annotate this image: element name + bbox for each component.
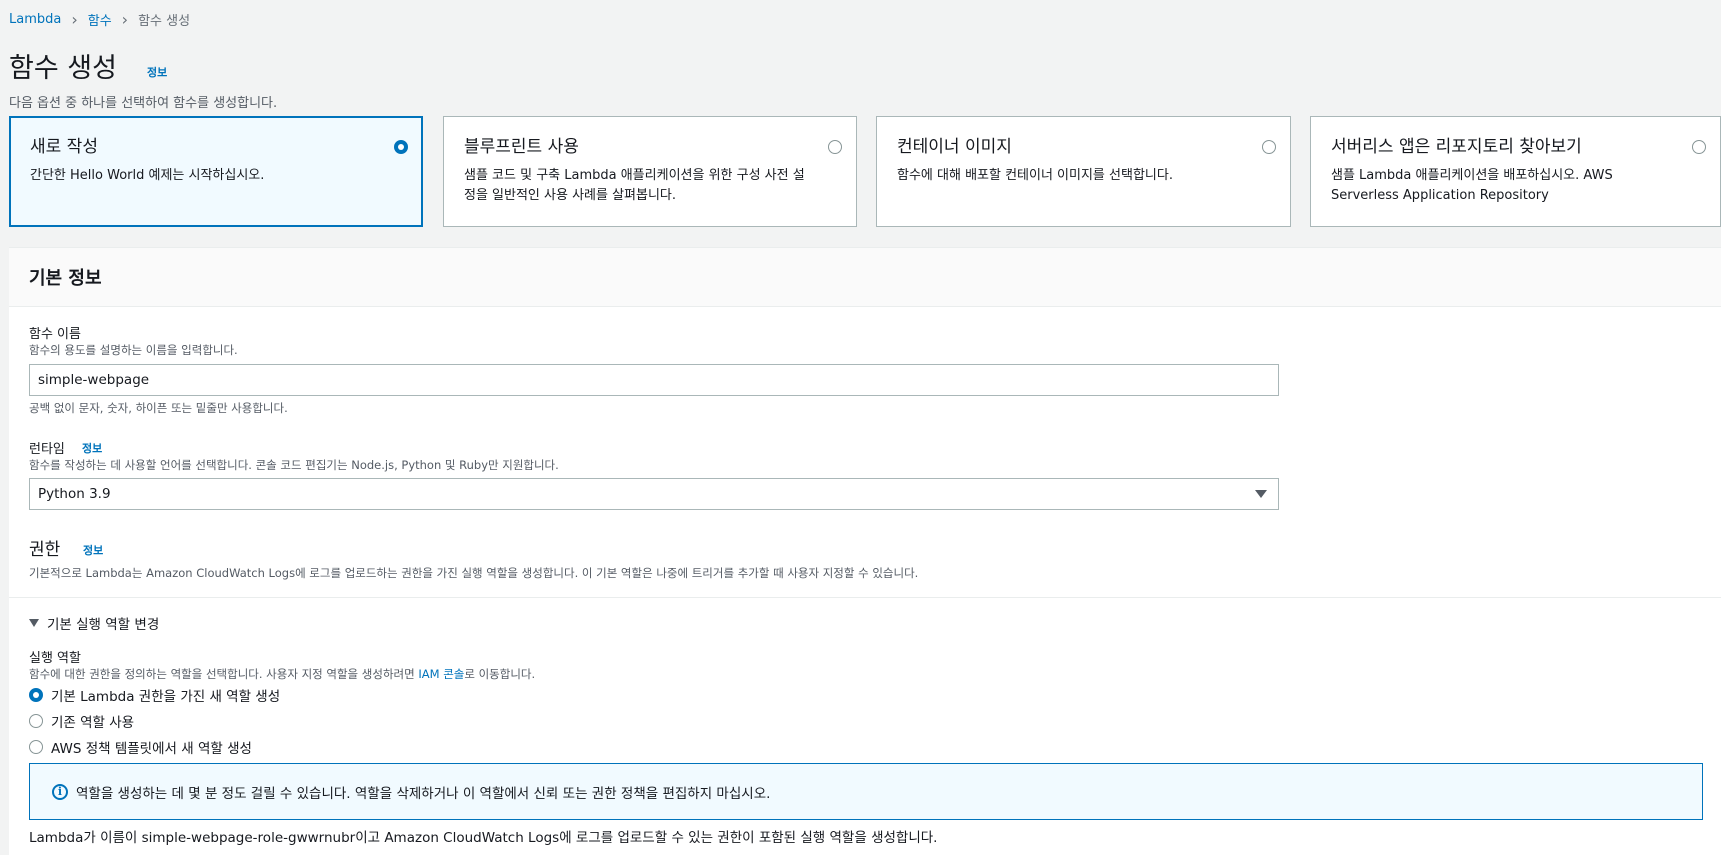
option-radio[interactable]: [394, 140, 408, 154]
role-radio[interactable]: [29, 688, 43, 702]
function-name-label: 함수 이름: [29, 327, 81, 342]
page-description: 다음 옵션 중 하나를 선택하여 함수를 생성합니다.: [9, 96, 278, 111]
permissions-title: 권한: [29, 540, 61, 560]
role-option-label: 기본 Lambda 권한을 가진 새 역할 생성: [51, 689, 281, 705]
option-author-from-scratch[interactable]: 새로 작성 간단한 Hello World 예제는 시작하십시오.: [9, 116, 423, 227]
runtime-hint: 함수를 작성하는 데 사용할 언어를 선택합니다. 콘솔 코드 편집기는 Nod…: [29, 458, 559, 472]
expander-label: 기본 실행 역할 변경: [47, 617, 160, 633]
permissions-info-link[interactable]: 정보: [83, 542, 103, 558]
exec-role-hint-prefix: 함수에 대한 권한을 정의하는 역할을 선택합니다. 사용자 지정 역할을 생성…: [29, 667, 419, 681]
runtime-label: 런타임: [29, 442, 65, 457]
change-exec-role-expander[interactable]: 기본 실행 역할 변경: [29, 613, 159, 633]
option-title: 서버리스 앱은 리포지토리 찾아보기: [1331, 137, 1582, 157]
runtime-info-link[interactable]: 정보: [82, 440, 102, 456]
role-option-new-basic[interactable]: 기본 Lambda 권한을 가진 새 역할 생성: [29, 685, 280, 705]
panel-header: 기본 정보: [9, 248, 1721, 307]
chevron-right-icon: ›: [71, 10, 78, 29]
option-description: 샘플 Lambda 애플리케이션을 배포하십시오. AWS Serverless…: [1331, 168, 1613, 203]
option-description: 간단한 Hello World 예제는 시작하십시오.: [30, 168, 265, 183]
breadcrumb: Lambda › 함수 › 함수 생성: [9, 10, 190, 29]
breadcrumb-functions[interactable]: 함수: [88, 10, 112, 29]
breadcrumb-lambda[interactable]: Lambda: [9, 12, 61, 27]
role-option-label: 기존 역할 사용: [51, 715, 135, 731]
info-icon: i: [52, 783, 68, 800]
role-option-existing[interactable]: 기존 역할 사용: [29, 711, 134, 731]
caret-down-icon: [29, 619, 39, 627]
panel-title: 기본 정보: [29, 268, 102, 289]
option-description: 샘플 코드 및 구축 Lambda 애플리케이션을 위한 구성 사전 설정을 일…: [464, 168, 805, 203]
exec-role-hint: 함수에 대한 권한을 정의하는 역할을 선택합니다. 사용자 지정 역할을 생성…: [29, 666, 535, 682]
option-radio[interactable]: [828, 140, 842, 154]
option-description: 함수에 대해 배포할 컨테이너 이미지를 선택합니다.: [897, 168, 1173, 183]
permissions-description: 기본적으로 Lambda는 Amazon CloudWatch Logs에 로그…: [29, 566, 919, 580]
option-radio[interactable]: [1692, 140, 1706, 154]
basic-info-panel: 기본 정보 함수 이름 함수의 용도를 설명하는 이름을 입력합니다. 공백 없…: [9, 247, 1721, 855]
role-radio[interactable]: [29, 740, 43, 754]
breadcrumb-current: 함수 생성: [138, 14, 191, 29]
iam-console-link[interactable]: IAM 콘솔: [418, 667, 464, 681]
option-title: 컨테이너 이미지: [897, 137, 1012, 157]
function-name-input[interactable]: [29, 364, 1279, 396]
runtime-selected-value: Python 3.9: [38, 486, 111, 502]
caret-down-icon: [1255, 490, 1267, 498]
function-name-hint: 함수의 용도를 설명하는 이름을 입력합니다.: [29, 343, 238, 357]
page-info-link[interactable]: 정보: [147, 64, 167, 80]
role-option-policy-template[interactable]: AWS 정책 템플릿에서 새 역할 생성: [29, 737, 252, 757]
function-name-constraint: 공백 없이 문자, 숫자, 하이픈 또는 밑줄만 사용합니다.: [29, 401, 288, 415]
exec-role-hint-suffix: 로 이동합니다.: [464, 667, 536, 681]
exec-role-label: 실행 역할: [29, 651, 81, 666]
option-use-blueprint[interactable]: 블루프린트 사용 샘플 코드 및 구축 Lambda 애플리케이션을 위한 구성…: [443, 116, 857, 227]
role-option-label: AWS 정책 템플릿에서 새 역할 생성: [51, 741, 252, 757]
option-title: 새로 작성: [30, 137, 98, 157]
exec-role-footer: Lambda가 이름이 simple-webpage-role-gwwrnubr…: [29, 830, 938, 846]
role-info-alert: i 역할을 생성하는 데 몇 분 정도 걸릴 수 있습니다. 역할을 삭제하거나…: [29, 763, 1703, 820]
option-serverless-app-repo[interactable]: 서버리스 앱은 리포지토리 찾아보기 샘플 Lambda 애플리케이션을 배포하…: [1310, 116, 1721, 227]
chevron-right-icon: ›: [121, 10, 129, 29]
alert-text: 역할을 생성하는 데 몇 분 정도 걸릴 수 있습니다. 역할을 삭제하거나 이…: [76, 785, 771, 802]
option-container-image[interactable]: 컨테이너 이미지 함수에 대해 배포할 컨테이너 이미지를 선택합니다.: [876, 116, 1291, 227]
option-radio[interactable]: [1262, 140, 1276, 154]
page-title: 함수 생성: [9, 53, 117, 84]
divider: [9, 597, 1721, 598]
runtime-select[interactable]: Python 3.9: [29, 478, 1279, 510]
role-radio[interactable]: [29, 714, 43, 728]
option-title: 블루프린트 사용: [464, 137, 579, 157]
